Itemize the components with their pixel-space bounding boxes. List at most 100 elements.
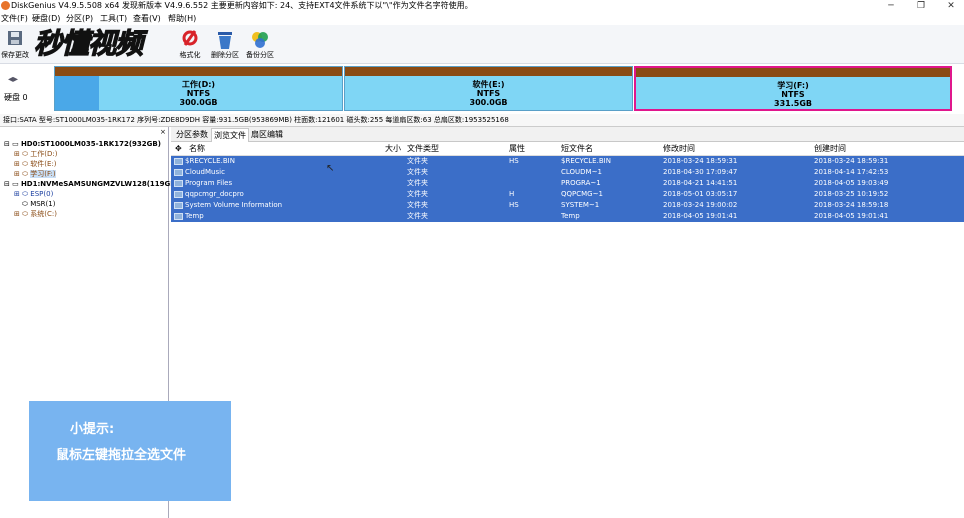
- menu-tools[interactable]: 工具(T): [100, 12, 127, 25]
- row-created: 2018-03-25 10:19:52: [814, 190, 889, 198]
- tree-hd0-label: HD0:ST1000LM035-1RK172(932GB): [20, 140, 161, 148]
- delete-partition-button[interactable]: [216, 30, 234, 50]
- save-changes-button[interactable]: [6, 30, 24, 46]
- col-name[interactable]: 名称: [189, 143, 205, 155]
- row-short: QQPCMG~1: [561, 190, 603, 198]
- backup-icon: [252, 32, 268, 48]
- tree-hd0[interactable]: ⊟ ▭ HD0:ST1000LM035-1RK172(932GB): [4, 139, 161, 149]
- format-label: 格式化: [179, 51, 201, 59]
- app-logo-icon: [1, 1, 10, 10]
- row-modified: 2018-03-24 19:00:02: [663, 201, 738, 209]
- row-modified: 2018-04-30 17:09:47: [663, 168, 738, 176]
- row-name: CloudMusic: [185, 168, 225, 176]
- row-name: Program Files: [185, 179, 233, 187]
- partition-e-size: 300.0GB: [469, 98, 508, 107]
- partition-d[interactable]: 工作(D:) NTFS 300.0GB: [54, 66, 343, 111]
- folder-icon: [174, 158, 183, 165]
- tree-hd1[interactable]: ⊟ ▭ HD1:NVMeSAMSUNGMZVLW128(119GB): [4, 179, 179, 189]
- col-type[interactable]: 文件类型: [407, 143, 439, 155]
- row-modified: 2018-05-01 03:05:17: [663, 190, 738, 198]
- col-attr[interactable]: 属性: [509, 143, 525, 155]
- partition-f-cap: [636, 68, 950, 77]
- menu-help[interactable]: 帮助(H): [168, 12, 196, 25]
- row-name: qqpcmgr_docpro: [185, 190, 244, 198]
- tree-item-esp[interactable]: ⊞ ⬭ ESP(0): [14, 189, 53, 199]
- tab-bar: 分区参数 浏览文件 扇区编辑: [171, 127, 964, 142]
- row-short: SYSTEM~1: [561, 201, 600, 209]
- close-button[interactable]: ✕: [940, 0, 962, 12]
- partition-f-size: 331.5GB: [774, 99, 812, 108]
- partition-d-fs: NTFS: [186, 89, 211, 98]
- col-modified[interactable]: 修改时间: [663, 143, 695, 155]
- partition-f-name: 学习(F:): [777, 81, 809, 90]
- partition-e-text: 软件(E:) NTFS 300.0GB: [345, 80, 632, 107]
- row-short: Temp: [561, 212, 580, 220]
- disk-info-line: 接口:SATA 型号:ST1000LM035-1RK172 序列号:ZDE8D9…: [0, 114, 964, 127]
- row-short: $RECYCLE.BIN: [561, 157, 611, 165]
- tree-item-f-label: 学习(F:): [30, 170, 56, 178]
- nav-arrows-icon[interactable]: ◂▸: [8, 74, 18, 85]
- row-modified: 2018-03-24 18:59:31: [663, 157, 738, 165]
- tree-item-f[interactable]: ⊞ ⬭ 学习(F:): [14, 169, 56, 179]
- mouse-cursor-icon: ↖: [326, 163, 335, 174]
- menu-disk[interactable]: 硬盘(D): [32, 12, 60, 25]
- partition-d-text: 工作(D:) NTFS 300.0GB: [55, 80, 342, 107]
- tree-item-e[interactable]: ⊞ ⬭ 软件(E:): [14, 159, 57, 169]
- row-created: 2018-03-24 18:59:31: [814, 157, 889, 165]
- tree-item-d-label: 工作(D:): [30, 150, 58, 158]
- partition-e-fs: NTFS: [476, 89, 501, 98]
- tree-item-c-label: 系统(C:): [30, 210, 58, 218]
- tree-item-msr-label: MSR(1): [30, 200, 56, 208]
- up-folder-icon[interactable]: ✥: [175, 143, 182, 155]
- row-created: 2018-04-05 19:03:49: [814, 179, 889, 187]
- minimize-button[interactable]: ─: [880, 0, 902, 12]
- col-created[interactable]: 创建时间: [814, 143, 846, 155]
- tree-item-msr[interactable]: ⬭ MSR(1): [22, 199, 55, 209]
- table-row[interactable]: CloudMusic 文件夹 CLOUDM~1 2018-04-30 17:09…: [171, 167, 964, 178]
- tree-item-esp-label: ESP(0): [30, 190, 54, 198]
- format-button[interactable]: [181, 29, 199, 49]
- folder-icon: [174, 213, 183, 220]
- partition-f[interactable]: 学习(F:) NTFS 331.5GB: [634, 66, 952, 111]
- tip-body: 鼠标左键拖拉全选文件: [56, 448, 187, 463]
- partition-f-text: 学习(F:) NTFS 331.5GB: [636, 81, 950, 108]
- tab-sector-edit[interactable]: 扇区编辑: [249, 128, 285, 141]
- partition-e[interactable]: 软件(E:) NTFS 300.0GB: [344, 66, 633, 111]
- save-changes-label: 保存更改: [1, 51, 29, 59]
- window-title: DiskGenius V4.9.5.508 x64 发现新版本 V4.9.6.5…: [11, 1, 473, 10]
- tree-item-d[interactable]: ⊞ ⬭ 工作(D:): [14, 149, 58, 159]
- table-row[interactable]: System Volume Information 文件夹 HS SYSTEM~…: [171, 200, 964, 211]
- col-short-name[interactable]: 短文件名: [561, 143, 593, 155]
- row-attr: H: [509, 190, 515, 198]
- row-name: $RECYCLE.BIN: [185, 157, 235, 165]
- backup-partition-label: 备份分区: [246, 51, 274, 59]
- tab-partition-params[interactable]: 分区参数: [174, 128, 210, 141]
- tree-item-e-label: 软件(E:): [30, 160, 57, 168]
- row-modified: 2018-04-05 19:01:41: [663, 212, 738, 220]
- partition-d-size: 300.0GB: [179, 98, 218, 107]
- disk-info-text: 接口:SATA 型号:ST1000LM035-1RK172 序列号:ZDE8D9…: [3, 116, 509, 124]
- row-attr: HS: [509, 157, 519, 165]
- table-row[interactable]: Program Files 文件夹 PROGRA~1 2018-04-21 14…: [171, 178, 964, 189]
- row-short: PROGRA~1: [561, 179, 601, 187]
- table-row[interactable]: qqpcmgr_docpro 文件夹 H QQPCMG~1 2018-05-01…: [171, 189, 964, 200]
- table-row[interactable]: Temp 文件夹 Temp 2018-04-05 19:01:41 2018-0…: [171, 211, 964, 222]
- tab-browse-files[interactable]: 浏览文件: [211, 128, 249, 142]
- folder-icon: [174, 169, 183, 176]
- close-panel-icon[interactable]: ×: [160, 127, 166, 137]
- row-type: 文件夹: [407, 168, 428, 176]
- row-attr: HS: [509, 201, 519, 209]
- save-icon: [8, 31, 22, 45]
- menu-view[interactable]: 查看(V): [133, 12, 161, 25]
- maximize-button[interactable]: ❐: [910, 0, 932, 12]
- toolbar: [0, 25, 964, 64]
- col-size[interactable]: 大小: [385, 143, 401, 155]
- disk-label: 硬盘 0: [4, 93, 28, 102]
- tree-item-c[interactable]: ⊞ ⬭ 系统(C:): [14, 209, 57, 219]
- menu-partition[interactable]: 分区(P): [66, 12, 93, 25]
- row-name: Temp: [185, 212, 204, 220]
- backup-partition-button[interactable]: [250, 30, 270, 50]
- menu-file[interactable]: 文件(F): [1, 12, 28, 25]
- row-created: 2018-04-14 17:42:53: [814, 168, 889, 176]
- table-row[interactable]: $RECYCLE.BIN 文件夹 HS $RECYCLE.BIN 2018-03…: [171, 156, 964, 167]
